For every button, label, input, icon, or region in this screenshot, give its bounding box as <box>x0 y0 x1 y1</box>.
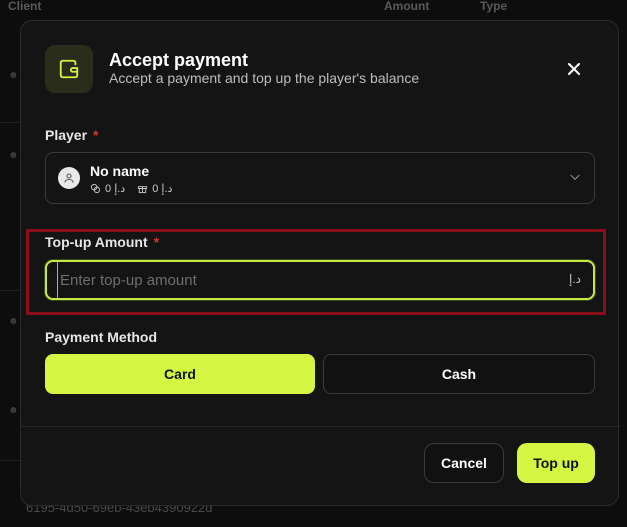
user-icon <box>64 173 74 183</box>
currency-symbol: د.إ <box>568 272 581 286</box>
wallet-icon <box>45 45 93 93</box>
footer-divider <box>21 426 620 427</box>
gift-icon <box>138 186 148 194</box>
required-mark: * <box>93 127 99 143</box>
avatar <box>58 167 80 189</box>
modal-title: Accept payment <box>109 50 249 70</box>
column-amount: Amount <box>384 0 430 13</box>
background-table-header: Client Amount Type <box>0 0 627 14</box>
row-divider <box>0 460 20 461</box>
accept-payment-modal: Accept payment Accept a payment and top … <box>20 20 620 506</box>
top-up-button[interactable]: Top up <box>517 443 595 483</box>
row-divider <box>0 122 20 123</box>
player-label: Player * <box>45 127 99 143</box>
amount-field[interactable]: د.إ <box>45 260 595 300</box>
player-select[interactable]: No name 0 د.إ 0 د.إ <box>45 152 595 204</box>
balance-bonus: 0 د.إ <box>152 183 173 195</box>
modal-subtitle: Accept a payment and top up the player's… <box>109 70 420 86</box>
payment-method-card[interactable]: Card <box>45 354 315 394</box>
user-icon: ☻ <box>8 405 19 416</box>
close-icon <box>568 63 580 75</box>
amount-input[interactable] <box>57 262 557 298</box>
payment-method-label: Payment Method <box>45 329 158 345</box>
coins-icon <box>90 183 101 194</box>
cancel-button[interactable]: Cancel <box>424 443 504 483</box>
chevron-down-icon <box>570 174 580 181</box>
amount-label: Top-up Amount * <box>45 234 160 250</box>
user-icon: ☻ <box>8 70 19 81</box>
player-balances: 0 د.إ 0 د.إ <box>90 182 172 195</box>
balance-main: 0 د.إ <box>105 183 126 195</box>
column-client: Client <box>8 0 42 13</box>
player-name: No name <box>90 163 150 179</box>
user-icon: ☻ <box>8 150 19 161</box>
required-mark: * <box>153 234 160 250</box>
payment-method-cash[interactable]: Cash <box>323 354 595 394</box>
close-button[interactable] <box>562 57 586 81</box>
user-icon: ☻ <box>8 316 19 327</box>
column-type: Type <box>480 0 508 13</box>
row-divider <box>0 290 20 291</box>
